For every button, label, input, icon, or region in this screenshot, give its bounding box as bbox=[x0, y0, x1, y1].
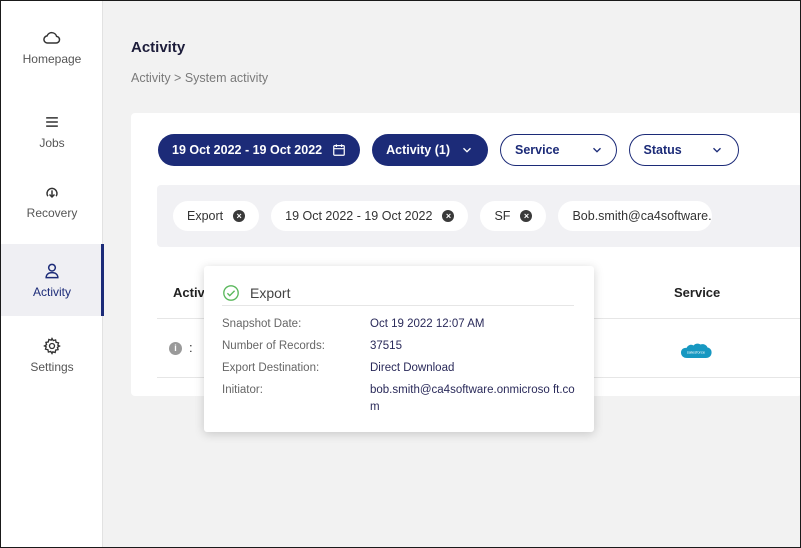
sidebar-item-homepage[interactable]: Homepage bbox=[1, 11, 103, 83]
breadcrumb[interactable]: Activity > System activity bbox=[131, 71, 268, 85]
sidebar-item-activity[interactable]: Activity bbox=[1, 244, 104, 316]
detail-value: Direct Download bbox=[370, 362, 455, 374]
info-icon[interactable]: i bbox=[169, 342, 182, 355]
filter-chip: Export × bbox=[173, 201, 260, 231]
filter-chip-label: SF bbox=[494, 209, 511, 223]
date-range-label: 19 Oct 2022 - 19 Oct 2022 bbox=[172, 143, 323, 157]
detail-label: Number of Records: bbox=[222, 340, 325, 352]
chevron-down-icon bbox=[592, 147, 601, 153]
check-circle-icon bbox=[223, 284, 239, 301]
detail-label: Initiator: bbox=[222, 384, 263, 396]
detail-value: Oct 19 2022 12:07 AM bbox=[370, 318, 485, 330]
sidebar-item-label: Homepage bbox=[22, 52, 82, 66]
filter-row: 19 Oct 2022 - 19 Oct 2022 Activity (1) S… bbox=[158, 134, 739, 166]
detail-value: bob.smith@ca4software.onmicroso ft.com bbox=[370, 384, 575, 413]
detail-label: Snapshot Date: bbox=[222, 318, 302, 330]
close-icon[interactable]: × bbox=[520, 210, 533, 222]
activity-details-tooltip: Export Snapshot Date: Oct 19 2022 12:07 … bbox=[204, 266, 594, 432]
date-range-filter[interactable]: 19 Oct 2022 - 19 Oct 2022 bbox=[158, 134, 361, 166]
filter-chip-label: 19 Oct 2022 - 19 Oct 2022 bbox=[285, 209, 433, 223]
sidebar-item-label: Jobs bbox=[39, 136, 65, 150]
filter-chip-label: Bob.smith@ca4software. bbox=[572, 209, 712, 223]
salesforce-icon: salesforce bbox=[681, 343, 712, 358]
tooltip-details: Snapshot Date: Oct 19 2022 12:07 AM Numb… bbox=[222, 316, 582, 416]
sidebar-item-label: Activity bbox=[32, 285, 71, 299]
app-window: Homepage Jobs Recovery Activity Settings… bbox=[0, 0, 801, 548]
sidebar-item-settings[interactable]: Settings bbox=[1, 319, 103, 391]
status-filter-label: Status bbox=[643, 143, 682, 157]
user-icon bbox=[45, 263, 59, 279]
sidebar: Homepage Jobs Recovery Activity Settings bbox=[1, 1, 104, 547]
sidebar-item-label: Settings bbox=[30, 360, 74, 374]
detail-value: 37515 bbox=[370, 340, 402, 352]
detail-label: Export Destination: bbox=[222, 362, 320, 374]
page-title: Activity bbox=[131, 39, 186, 56]
tooltip-header: Export bbox=[222, 280, 574, 306]
calendar-icon bbox=[333, 144, 345, 156]
svg-text:salesforce: salesforce bbox=[687, 350, 706, 355]
sidebar-item-recovery[interactable]: Recovery bbox=[1, 165, 103, 237]
recovery-icon bbox=[46, 187, 58, 199]
active-filters-bar: Export × 19 Oct 2022 - 19 Oct 2022 × SF … bbox=[157, 185, 800, 247]
close-icon[interactable]: × bbox=[442, 210, 455, 222]
chevron-down-icon bbox=[463, 147, 471, 153]
close-icon[interactable]: × bbox=[233, 210, 246, 222]
activity-cell: : bbox=[189, 340, 193, 355]
activity-filter-label: Activity (1) bbox=[386, 143, 451, 157]
chevron-down-icon bbox=[712, 147, 721, 153]
service-filter[interactable]: Service bbox=[500, 134, 617, 166]
list-icon bbox=[46, 117, 58, 127]
column-header-service[interactable]: Service bbox=[674, 285, 720, 300]
service-filter-label: Service bbox=[515, 143, 560, 157]
cloud-icon bbox=[43, 31, 61, 44]
sidebar-item-label: Recovery bbox=[26, 206, 78, 220]
filter-chip: 19 Oct 2022 - 19 Oct 2022 × bbox=[271, 201, 469, 231]
filter-chip: SF × bbox=[480, 201, 547, 231]
filter-chip-label: Export bbox=[187, 209, 224, 223]
sidebar-item-jobs[interactable]: Jobs bbox=[1, 95, 103, 167]
status-filter[interactable]: Status bbox=[628, 134, 739, 166]
gear-icon bbox=[43, 337, 61, 355]
tooltip-title: Export bbox=[250, 284, 291, 301]
filter-chip: Bob.smith@ca4software. bbox=[558, 201, 712, 231]
activity-filter[interactable]: Activity (1) bbox=[372, 134, 489, 166]
